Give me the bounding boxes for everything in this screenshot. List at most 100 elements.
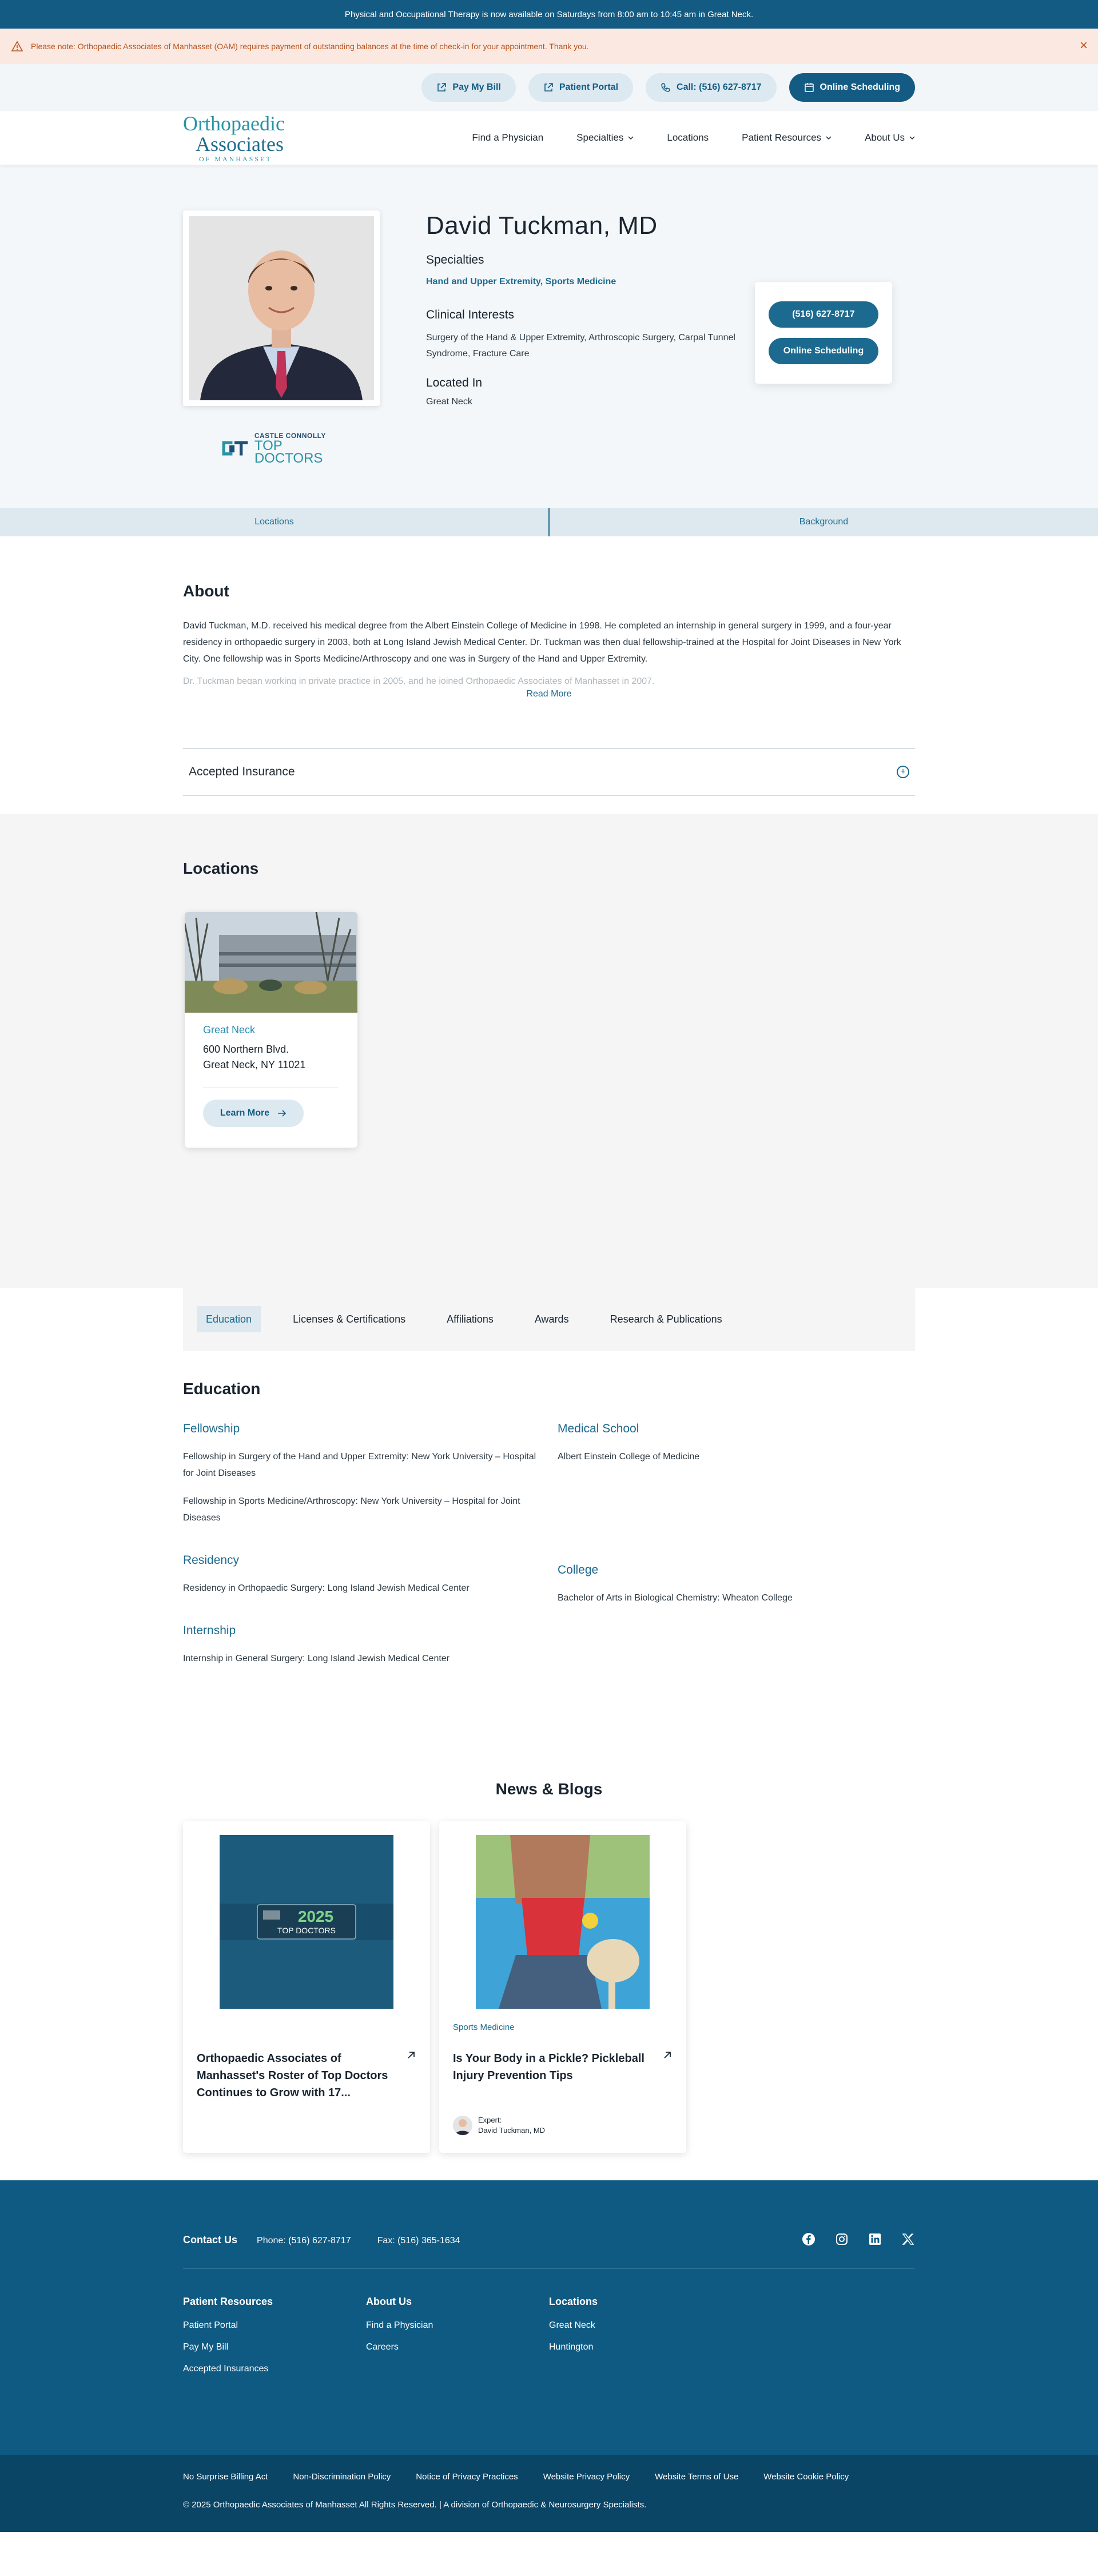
legal-links: No Surprise Billing Act Non-Discriminati… xyxy=(183,2472,915,2482)
nav-locations[interactable]: Locations xyxy=(667,132,709,144)
warning-icon xyxy=(11,41,23,51)
residency-item: Residency in Orthopaedic Surgery: Long I… xyxy=(183,1583,470,1593)
phone-button[interactable]: (516) 627-8717 xyxy=(769,301,878,328)
news-card[interactable]: Sports Medicine Is Your Body in a Pickle… xyxy=(439,1821,686,2153)
nav-menu: Find a Physician Specialties Locations P… xyxy=(472,132,915,144)
about-paragraph: David Tuckman, M.D. received his medical… xyxy=(183,621,901,664)
about-section: About David Tuckman, M.D. received his m… xyxy=(0,536,1098,814)
subfooter: No Surprise Billing Act Non-Discriminati… xyxy=(0,2455,1098,2532)
news-category[interactable]: Sports Medicine xyxy=(453,2022,515,2032)
main-nav: Orthopaedic Associates OF MANHASSET Find… xyxy=(0,111,1098,165)
footer-link[interactable]: Accepted Insurances xyxy=(183,2364,366,2374)
external-link-icon xyxy=(437,83,447,91)
footer-phone[interactable]: Phone: (516) 627-8717 xyxy=(257,2236,351,2246)
news-title[interactable]: Orthopaedic Associates of Manhasset's Ro… xyxy=(197,2050,391,2101)
footer-link[interactable]: Huntington xyxy=(549,2342,732,2352)
locations-heading: Locations xyxy=(183,859,259,877)
internship-item: Internship in General Surgery: Long Isla… xyxy=(183,1654,450,1663)
footer-fax: Fax: (516) 365-1634 xyxy=(377,2236,460,2245)
nav-locations-label: Locations xyxy=(667,132,709,143)
legal-link[interactable]: Website Terms of Use xyxy=(655,2472,738,2482)
footer-link[interactable]: Find a Physician xyxy=(366,2320,549,2331)
legal-link[interactable]: Website Cookie Policy xyxy=(763,2472,849,2482)
online-scheduling-button[interactable]: Online Scheduling xyxy=(789,73,915,102)
close-icon[interactable]: × xyxy=(1080,39,1088,53)
chevron-down-icon xyxy=(628,136,634,140)
nav-specialties[interactable]: Specialties xyxy=(576,132,634,144)
footer-col-title: About Us xyxy=(366,2296,412,2307)
footer-link[interactable]: Careers xyxy=(366,2342,549,2352)
contact-card: (516) 627-8717 Online Scheduling xyxy=(755,282,892,384)
call-button[interactable]: Call: (516) 627-8717 xyxy=(646,73,777,102)
nav-patient-resources-label: Patient Resources xyxy=(742,132,822,143)
legal-link[interactable]: No Surprise Billing Act xyxy=(183,2472,268,2482)
legal-link[interactable]: Non-Discrimination Policy xyxy=(293,2472,391,2482)
read-more-link[interactable]: Read More xyxy=(183,689,915,699)
announcement-text: Physical and Occupational Therapy is now… xyxy=(344,9,754,19)
patient-portal-label: Patient Portal xyxy=(559,82,619,92)
logo-line2: Associates xyxy=(196,133,284,156)
internship-heading: Internship xyxy=(183,1624,236,1637)
contact-us-link[interactable]: Contact Us xyxy=(183,2234,237,2246)
footer-link[interactable]: Patient Portal xyxy=(183,2320,366,2331)
location-city[interactable]: Great Neck xyxy=(203,1024,339,1036)
anchor-background[interactable]: Background xyxy=(550,508,1098,536)
footer-col-title: Locations xyxy=(549,2296,598,2307)
facebook-icon[interactable] xyxy=(802,2232,815,2246)
fellowship-heading: Fellowship xyxy=(183,1422,240,1435)
nav-patient-resources[interactable]: Patient Resources xyxy=(742,132,832,144)
instagram-icon[interactable] xyxy=(835,2232,849,2246)
news-title[interactable]: Is Your Body in a Pickle? Pickleball Inj… xyxy=(453,2050,647,2084)
medical-school-item: Albert Einstein College of Medicine xyxy=(558,1452,700,1462)
learn-more-button[interactable]: Learn More xyxy=(203,1100,304,1127)
tab-education[interactable]: Education xyxy=(197,1306,261,1332)
location-card[interactable]: Great Neck 600 Northern Blvd. Great Neck… xyxy=(185,912,357,1148)
footer-contact-row: Contact Us Phone: (516) 627-8717 Fax: (5… xyxy=(183,2180,915,2268)
castle-connolly-badge: CASTLE CONNOLLY TOP DOCTORS xyxy=(220,432,344,465)
nav-about-us[interactable]: About Us xyxy=(865,132,915,144)
specialties-value[interactable]: Hand and Upper Extremity, Sports Medicin… xyxy=(426,277,616,287)
chevron-down-icon xyxy=(909,136,915,140)
tab-licenses[interactable]: Licenses & Certifications xyxy=(284,1306,415,1332)
doctor-photo xyxy=(189,216,374,400)
pay-bill-label: Pay My Bill xyxy=(452,82,501,92)
about-faded-text: Dr. Tuckman began working in private pra… xyxy=(183,676,655,684)
patient-portal-button[interactable]: Patient Portal xyxy=(528,73,634,102)
tab-awards[interactable]: Awards xyxy=(526,1306,578,1332)
news-expert: Expert: David Tuckman, MD xyxy=(453,2115,545,2136)
badge-text: TOP DOCTORS xyxy=(277,1926,336,1935)
section-anchors: Locations Background xyxy=(0,508,1098,536)
arrow-up-right-icon xyxy=(408,2052,415,2059)
accepted-insurance-accordion[interactable]: Accepted Insurance + xyxy=(183,748,915,796)
schedule-button[interactable]: Online Scheduling xyxy=(769,338,878,364)
anchor-locations[interactable]: Locations xyxy=(0,508,550,536)
pay-bill-button[interactable]: Pay My Bill xyxy=(421,73,516,102)
footer-link[interactable]: Pay My Bill xyxy=(183,2342,366,2352)
arrow-up-right-icon xyxy=(664,2052,671,2059)
about-heading: About xyxy=(183,582,229,600)
fellowship-item: Fellowship in Surgery of the Hand and Up… xyxy=(183,1452,536,1478)
chevron-down-icon xyxy=(826,136,832,140)
doctor-hero: CASTLE CONNOLLY TOP DOCTORS David Tuckma… xyxy=(0,165,1098,508)
nav-find-physician[interactable]: Find a Physician xyxy=(472,132,543,144)
tab-research[interactable]: Research & Publications xyxy=(601,1306,731,1332)
located-in-value: Great Neck xyxy=(426,397,472,407)
news-card[interactable]: 2025 TOP DOCTORS Orthopaedic Associates … xyxy=(183,1821,430,2153)
learn-more-label: Learn More xyxy=(220,1108,270,1118)
footer-col-locations: Locations Great Neck Huntington xyxy=(549,2296,732,2386)
tab-affiliations[interactable]: Affiliations xyxy=(437,1306,503,1332)
residency-heading: Residency xyxy=(183,1554,240,1567)
castle-connolly-logo xyxy=(222,441,248,456)
calendar-icon xyxy=(804,83,814,92)
linkedin-icon[interactable] xyxy=(868,2232,882,2246)
location-image xyxy=(185,912,357,1013)
alert-bar: Please note: Orthopaedic Associates of M… xyxy=(0,29,1098,64)
education-right-column: Medical School Albert Einstein College o… xyxy=(558,1422,912,1634)
news-section: News & Blogs 2025 TOP DOCTORS Orthopaedi… xyxy=(183,1780,915,2180)
legal-link[interactable]: Notice of Privacy Practices xyxy=(416,2472,518,2482)
social-links xyxy=(802,2232,915,2246)
site-logo[interactable]: Orthopaedic Associates OF MANHASSET xyxy=(183,113,297,162)
footer-link[interactable]: Great Neck xyxy=(549,2320,732,2331)
x-twitter-icon[interactable] xyxy=(901,2232,915,2246)
legal-link[interactable]: Website Privacy Policy xyxy=(543,2472,630,2482)
